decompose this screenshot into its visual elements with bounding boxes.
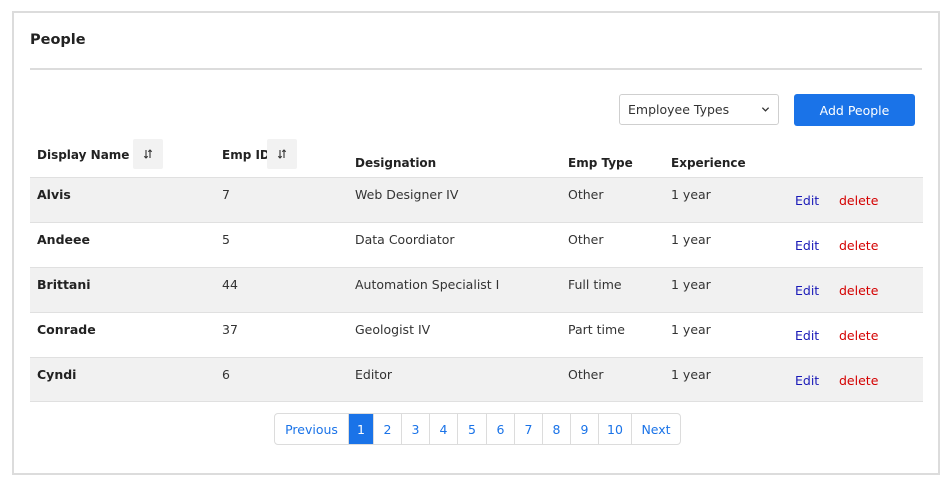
cell-display-name: Brittani [37,277,91,292]
sort-emp-id-button[interactable] [267,139,297,169]
cell-display-name: Alvis [37,187,71,202]
cell-experience: 1 year [671,367,711,382]
table-header: Display Name Emp ID Designation Emp Type… [30,139,923,177]
delete-link[interactable]: delete [839,328,878,343]
pagination-next[interactable]: Next [632,414,680,444]
delete-link[interactable]: delete [839,283,878,298]
cell-emp-id: 37 [222,322,238,337]
pagination-page-9[interactable]: 9 [571,414,599,444]
pagination-page-4[interactable]: 4 [430,414,458,444]
pagination: Previous 1 2 3 4 5 6 7 8 9 10 Next [274,413,681,445]
chevron-down-icon [761,107,770,112]
cell-emp-type: Other [568,187,604,202]
column-emp-type: Emp Type [568,139,668,177]
pagination-previous[interactable]: Previous [275,414,349,444]
cell-designation: Editor [355,367,392,382]
edit-link[interactable]: Edit [795,193,819,208]
edit-link[interactable]: Edit [795,328,819,343]
add-people-button[interactable]: Add People [794,94,915,126]
table-row: Andeee 5 Data Coordiator Other 1 year Ed… [30,222,923,267]
cell-designation: Data Coordiator [355,232,455,247]
cell-display-name: Andeee [37,232,90,247]
cell-experience: 1 year [671,277,711,292]
pagination-page-7[interactable]: 7 [515,414,543,444]
title-divider [30,68,922,70]
cell-experience: 1 year [671,232,711,247]
cell-emp-id: 6 [222,367,230,382]
cell-emp-id: 44 [222,277,238,292]
employee-types-label: Employee Types [628,102,730,117]
delete-link[interactable]: delete [839,193,878,208]
column-experience-label: Experience [671,156,746,170]
column-display-name-label: Display Name [37,148,130,162]
cell-designation: Automation Specialist I [355,277,500,292]
cell-designation: Geologist IV [355,322,431,337]
sort-arrows-icon [143,149,153,159]
cell-experience: 1 year [671,322,711,337]
table-row: Alvis 7 Web Designer IV Other 1 year Edi… [30,177,923,222]
edit-link[interactable]: Edit [795,238,819,253]
cell-display-name: Conrade [37,322,96,337]
delete-link[interactable]: delete [839,373,878,388]
edit-link[interactable]: Edit [795,373,819,388]
column-display-name: Display Name [30,139,210,177]
column-designation-label: Designation [355,156,437,170]
pagination-page-2[interactable]: 2 [374,414,402,444]
column-designation: Designation [355,139,555,177]
people-card: People Employee Types Add People Display… [12,11,940,475]
column-emp-id-label: Emp ID [222,148,270,162]
table-row: Cyndi 6 Editor Other 1 year Edit delete [30,357,923,402]
cell-emp-type: Other [568,232,604,247]
pagination-page-3[interactable]: 3 [402,414,430,444]
page-title: People [30,32,86,48]
pagination-page-1[interactable]: 1 [349,414,374,444]
column-experience: Experience [671,139,781,177]
pagination-page-6[interactable]: 6 [487,414,515,444]
cell-display-name: Cyndi [37,367,77,382]
cell-emp-id: 5 [222,232,230,247]
edit-link[interactable]: Edit [795,283,819,298]
sort-display-name-button[interactable] [133,139,163,169]
sort-arrows-icon [277,149,287,159]
cell-emp-type: Part time [568,322,625,337]
pagination-page-8[interactable]: 8 [543,414,571,444]
table-row: Conrade 37 Geologist IV Part time 1 year… [30,312,923,357]
employee-types-select[interactable]: Employee Types [619,94,779,125]
delete-link[interactable]: delete [839,238,878,253]
people-table: Display Name Emp ID Designation Emp Type… [30,139,923,402]
cell-experience: 1 year [671,187,711,202]
cell-emp-type: Full time [568,277,622,292]
pagination-page-5[interactable]: 5 [458,414,487,444]
table-row: Brittani 44 Automation Specialist I Full… [30,267,923,312]
column-emp-type-label: Emp Type [568,156,633,170]
pagination-page-10[interactable]: 10 [599,414,632,444]
column-emp-id: Emp ID [215,139,335,177]
cell-emp-type: Other [568,367,604,382]
cell-emp-id: 7 [222,187,230,202]
cell-designation: Web Designer IV [355,187,459,202]
